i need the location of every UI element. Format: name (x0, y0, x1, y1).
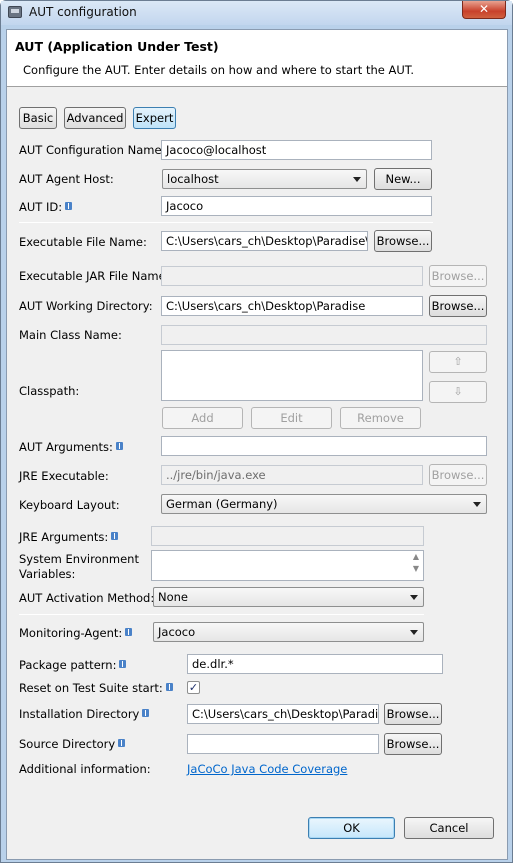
jar-browse-button[interactable]: Browse... (429, 265, 487, 287)
info-icon (118, 739, 126, 747)
reset-on-start-checkbox[interactable]: ✓ (187, 681, 200, 694)
tab-advanced[interactable]: Advanced (64, 107, 126, 129)
classpath-list[interactable] (161, 350, 423, 401)
classpath-label: Classpath: (19, 384, 80, 398)
working-dir-browse-button[interactable]: Browse... (429, 295, 487, 317)
env-vars-label-line1: System Environment (19, 552, 139, 566)
executable-browse-button[interactable]: Browse... (374, 230, 432, 252)
monitoring-agent-value: Jacoco (158, 625, 196, 639)
move-down-button[interactable]: ⇩ (429, 381, 487, 403)
package-pattern-input[interactable]: de.dlr.* (187, 654, 443, 674)
aut-id-label: AUT ID: (19, 200, 73, 214)
jar-file-input[interactable] (161, 266, 423, 286)
agent-host-select[interactable]: localhost (162, 169, 367, 189)
jre-executable-input[interactable]: ../jre/bin/java.exe (161, 465, 423, 485)
additional-info-label: Additional information: (19, 762, 151, 776)
agent-host-label: AUT Agent Host: (19, 172, 114, 186)
jre-browse-button[interactable]: Browse... (429, 464, 487, 486)
install-dir-input[interactable]: C:\Users\cars_ch\Desktop\Paradise (187, 704, 379, 724)
install-dir-browse-button[interactable]: Browse... (384, 703, 442, 725)
executable-input[interactable]: C:\Users\cars_ch\Desktop\Paradise\P (161, 231, 368, 251)
section-divider (19, 222, 433, 223)
dialog-body: AUT (Application Under Test) Configure t… (6, 29, 508, 860)
source-dir-browse-button[interactable]: Browse... (384, 733, 442, 755)
window-title: AUT configuration (29, 5, 137, 19)
monitoring-agent-label: Monitoring-Agent: (19, 626, 133, 640)
info-icon (115, 442, 123, 450)
new-host-button[interactable]: New... (374, 168, 432, 190)
title-bar[interactable]: AUT configuration ✕ (1, 1, 512, 25)
install-dir-label: Installation Directory (19, 707, 150, 721)
working-dir-input[interactable]: C:\Users\cars_ch\Desktop\Paradise (161, 296, 423, 316)
scroll-up-icon[interactable]: ▲ (409, 551, 423, 563)
reset-on-start-label: Reset on Test Suite start: (19, 681, 173, 695)
chevron-down-icon (353, 177, 361, 182)
info-icon (119, 660, 127, 668)
jre-executable-label: JRE Executable: (19, 469, 109, 483)
config-name-input[interactable]: Jacoco@localhost (161, 140, 432, 160)
main-class-label: Main Class Name: (19, 328, 122, 342)
monitoring-agent-select[interactable]: Jacoco (153, 622, 424, 642)
move-up-button[interactable]: ⇧ (429, 351, 487, 373)
jar-file-label: Executable JAR File Name: (19, 269, 170, 283)
ok-button[interactable]: OK (308, 817, 395, 839)
jacoco-link[interactable]: JaCoCo Java Code Coverage (187, 762, 347, 776)
arrow-up-icon: ⇧ (453, 355, 463, 368)
chevron-down-icon (410, 595, 418, 600)
config-name-label: AUT Configuration Name: (19, 143, 166, 157)
aut-id-input[interactable]: Jacoco (161, 196, 432, 216)
header-divider (7, 86, 507, 87)
scroll-down-icon[interactable]: ▼ (409, 563, 423, 575)
keyboard-layout-label: Keyboard Layout: (19, 498, 120, 512)
arrow-down-icon: ⇩ (453, 385, 463, 398)
activation-method-select[interactable]: None (153, 587, 424, 607)
executable-label: Executable File Name: (19, 235, 147, 249)
env-vars-label-line2: Variables: (19, 567, 76, 581)
jre-arguments-input[interactable] (151, 526, 424, 546)
info-icon (111, 532, 119, 540)
close-button[interactable]: ✕ (462, 1, 506, 19)
working-dir-label: AUT Working Directory: (19, 299, 153, 313)
keyboard-layout-select[interactable]: German (Germany) (161, 494, 487, 514)
info-icon (125, 628, 133, 636)
dialog-window: AUT configuration ✕ AUT (Application Und… (0, 0, 513, 863)
info-icon (65, 202, 73, 210)
activation-method-label: AUT Activation Method: (19, 591, 155, 605)
header-description: Configure the AUT. Enter details on how … (23, 63, 415, 77)
aut-arguments-input[interactable] (161, 436, 487, 456)
cancel-button[interactable]: Cancel (404, 817, 494, 839)
activation-method-value: None (158, 590, 189, 604)
app-icon (8, 6, 22, 18)
tab-expert[interactable]: Expert (133, 107, 176, 129)
classpath-edit-button[interactable]: Edit (251, 407, 332, 429)
source-dir-label: Source Directory (19, 737, 126, 751)
tab-basic[interactable]: Basic (19, 107, 57, 129)
header-title: AUT (Application Under Test) (15, 39, 219, 54)
info-icon (165, 683, 173, 691)
env-vars-scrollbar[interactable]: ▲ ▼ (409, 551, 423, 580)
jre-arguments-label: JRE Arguments: (19, 530, 119, 544)
chevron-down-icon (473, 502, 481, 507)
aut-arguments-label: AUT Arguments: (19, 440, 123, 454)
section-divider (19, 614, 424, 615)
chevron-down-icon (410, 630, 418, 635)
env-vars-textarea[interactable] (151, 550, 424, 581)
source-dir-input[interactable] (187, 734, 379, 754)
keyboard-layout-value: German (Germany) (166, 497, 278, 511)
info-icon (142, 709, 150, 717)
classpath-remove-button[interactable]: Remove (340, 407, 421, 429)
package-pattern-label: Package pattern: (19, 658, 127, 672)
dialog-header: AUT (Application Under Test) Configure t… (7, 30, 507, 86)
classpath-add-button[interactable]: Add (162, 407, 243, 429)
agent-host-value: localhost (167, 172, 219, 186)
main-class-input[interactable] (161, 325, 487, 345)
